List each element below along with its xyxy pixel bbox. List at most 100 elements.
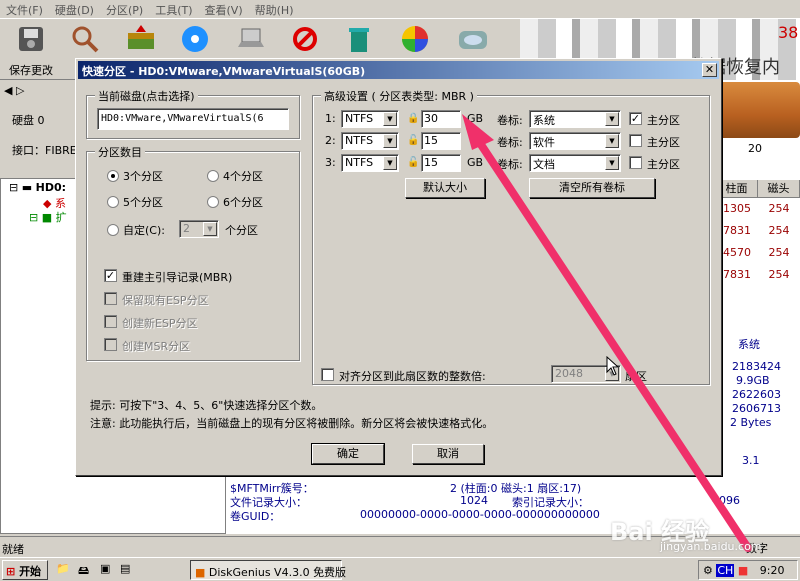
radio-custom[interactable] — [107, 224, 119, 236]
tree-child-extended[interactable]: ⊟ ■ 扩 — [29, 209, 67, 225]
row-1-label-text: 卷标: — [497, 114, 523, 127]
lock-open-icon[interactable]: 🔓 — [407, 157, 419, 168]
clock: 9:20 — [759, 564, 785, 577]
close-button[interactable]: ✕ — [702, 63, 717, 77]
row-3-number: 3: — [325, 156, 336, 169]
custom-unit-label: 个分区 — [225, 224, 258, 237]
row-2-size-input[interactable]: 15 — [421, 132, 461, 150]
current-disk-selector[interactable]: HD0:VMware,VMwareVirtualS(6 — [97, 108, 289, 130]
row-1-size-input[interactable]: 30 — [421, 110, 461, 128]
menu-tools[interactable]: 工具(T) — [149, 0, 198, 18]
value: 9.9GB — [736, 374, 770, 387]
lock-open-icon[interactable]: 🔓 — [407, 135, 419, 146]
radio-6-partitions[interactable] — [207, 196, 219, 208]
row-2-label-combo[interactable]: 软件 ▼ — [529, 132, 621, 150]
nav-arrows[interactable]: ◀ ▷ — [4, 84, 24, 97]
row-3-primary-label: 主分区 — [647, 158, 680, 171]
radio-4-partitions[interactable] — [207, 170, 219, 182]
radio-5-label: 5个分区 — [123, 196, 163, 209]
menu-disk[interactable]: 硬盘(D) — [49, 0, 100, 18]
col-cylinder: 柱面 — [716, 180, 758, 197]
custom-count-combo[interactable]: 2 ▼ — [179, 220, 219, 238]
baidu-watermark-url: jingyan.baidu.com — [660, 540, 762, 553]
dialog-title: 快速分区 - HD0:VMware,VMwareVirtualS(60GB) — [82, 65, 366, 78]
row-3-filesystem-combo[interactable]: NTFS ▼ — [341, 154, 399, 172]
row-3-label-text: 卷标: — [497, 158, 523, 171]
system-tray: ⚙ CH ■ 9:20 — [698, 560, 798, 580]
menu-partition[interactable]: 分区(P) — [100, 0, 149, 18]
row-2-number: 2: — [325, 134, 336, 147]
lang-indicator[interactable]: CH — [716, 564, 735, 577]
quicklaunch-desktop-icon[interactable]: ▤ — [120, 562, 130, 575]
row-2-label-text: 卷标: — [497, 136, 523, 149]
table-row[interactable]: 1305 254 — [716, 198, 800, 220]
tray-network-icon[interactable]: ⚙ — [703, 564, 713, 577]
app-icon: ■ — [195, 566, 206, 579]
create-esp-checkbox[interactable] — [104, 315, 117, 328]
current-disk-group: 当前磁盘(点击选择) HD0:VMware,VMwareVirtualS(6 — [86, 88, 300, 139]
trash-icon — [349, 28, 369, 52]
radio-6-label: 6个分区 — [223, 196, 263, 209]
row-3-label-combo[interactable]: 文档 ▼ — [529, 154, 621, 172]
advanced-settings-group: 高级设置 ( 分区表类型: MBR ) 1: NTFS ▼ 🔒 30 GB 卷标:… — [312, 88, 710, 385]
quicklaunch-folder-icon[interactable]: 📁 — [56, 562, 70, 575]
table-row[interactable]: 4570 254 — [716, 242, 800, 264]
quick-partition-dialog: 快速分区 - HD0:VMware,VMwareVirtualS(60GB) ✕… — [75, 58, 722, 476]
cancel-button[interactable]: 取消 — [412, 444, 484, 464]
radio-3-partitions[interactable] — [107, 170, 119, 182]
keep-esp-label: 保留现有ESP分区 — [122, 294, 209, 307]
row-1-primary-checkbox[interactable]: ✓ — [629, 112, 642, 125]
chevron-down-icon: ▼ — [383, 156, 397, 170]
chevron-down-icon: ▼ — [203, 222, 217, 236]
mouse-cursor-icon — [606, 356, 620, 376]
start-button[interactable]: ⊞ 开始 — [2, 560, 48, 580]
tree-root[interactable]: ⊟ ▬ HD0: — [9, 181, 66, 194]
align-checkbox[interactable] — [321, 368, 334, 381]
tray-color-icon[interactable]: ■ — [738, 564, 748, 577]
row-1-label-combo[interactable]: 系统 ▼ — [529, 110, 621, 128]
partition-icon — [128, 25, 154, 49]
row-3-size-input[interactable]: 15 — [421, 154, 461, 172]
radio-5-partitions[interactable] — [107, 196, 119, 208]
no-entry-icon — [293, 27, 317, 51]
menu-view[interactable]: 查看(V) — [199, 0, 249, 18]
row-2-primary-checkbox[interactable] — [629, 134, 642, 147]
banner-prefix: 38 — [778, 23, 799, 42]
create-msr-checkbox[interactable] — [104, 338, 117, 351]
row-3-primary-checkbox[interactable] — [629, 156, 642, 169]
menu-help[interactable]: 帮助(H) — [249, 0, 300, 18]
quicklaunch-save-icon[interactable]: ▣ — [100, 562, 110, 575]
menubar: 文件(F) 硬盘(D) 分区(P) 工具(T) 查看(V) 帮助(H) — [0, 0, 800, 18]
chevron-down-icon: ▼ — [605, 112, 619, 126]
create-msr-label: 创建MSR分区 — [122, 340, 191, 353]
table-row[interactable]: 7831 254 — [716, 264, 800, 286]
taskbar-app-diskgenius[interactable]: ■ DiskGenius V4.3.0 免费版 — [190, 560, 346, 580]
clear-labels-button[interactable]: 清空所有卷标 — [529, 178, 655, 198]
save-button[interactable]: 保存更改 — [8, 23, 54, 77]
keep-esp-checkbox[interactable] — [104, 292, 117, 305]
ok-button[interactable]: 确定 — [311, 443, 385, 465]
info-panel: $MFTMirr簇号： 2 (柱面:0 磁头:1 扇区:17) 文件记录大小： 10… — [230, 482, 740, 523]
chevron-down-icon: ▼ — [605, 156, 619, 170]
dialog-titlebar[interactable]: 快速分区 - HD0:VMware,VMwareVirtualS(60GB) ✕ — [78, 61, 719, 79]
value: 2 Bytes — [730, 416, 772, 429]
save-disk-icon — [19, 27, 43, 51]
status-text: 就绪 — [2, 543, 24, 556]
partition-count-group-title: 分区数目 — [95, 144, 145, 160]
col-head: 磁头 — [758, 180, 800, 197]
row-1-number: 1: — [325, 112, 336, 125]
table-row[interactable]: 7831 254 — [716, 220, 800, 242]
note-text: 注意: 此功能执行后，当前磁盘上的现有分区将被删除。新分区将会被快速格式化。 — [90, 417, 494, 430]
row-2-filesystem-combo[interactable]: NTFS ▼ — [341, 132, 399, 150]
default-size-button[interactable]: 默认大小 — [405, 178, 485, 198]
menu-file[interactable]: 文件(F) — [0, 0, 49, 18]
quicklaunch-computer-icon[interactable]: 🖴 — [78, 562, 89, 581]
row-1-filesystem-combo[interactable]: NTFS ▼ — [341, 110, 399, 128]
row-1-unit: GB — [467, 112, 484, 125]
magnifier-icon — [72, 26, 99, 53]
create-esp-label: 创建新ESP分区 — [122, 317, 198, 330]
close-icon: ✕ — [704, 63, 715, 76]
lock-closed-icon[interactable]: 🔒 — [407, 113, 419, 124]
mbr-rebuild-checkbox[interactable]: ✓ — [104, 269, 117, 282]
interface-label: 接口：FIBRE — [12, 144, 77, 157]
